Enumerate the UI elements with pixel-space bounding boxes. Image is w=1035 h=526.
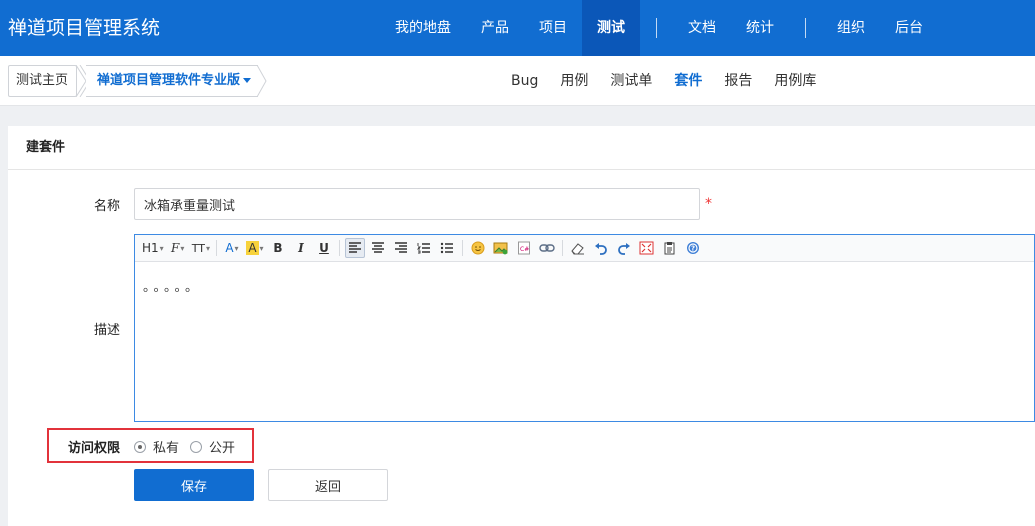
align-center-button[interactable] (368, 238, 388, 258)
font-color-label: A (225, 241, 234, 255)
dropdown-arrow-icon: ▾ (180, 243, 185, 253)
nav-item-product[interactable]: 产品 (466, 0, 524, 56)
fullscreen-button[interactable] (637, 238, 657, 258)
align-left-button[interactable] (344, 238, 365, 258)
undo-button[interactable] (591, 238, 611, 258)
paste-button[interactable] (660, 238, 680, 258)
font-size-button[interactable]: TT ▾ (191, 238, 211, 258)
font-family-button[interactable]: F ▾ (168, 238, 188, 258)
subnav-caselib[interactable]: 用例库 (763, 56, 827, 106)
bullet-list-icon (440, 242, 453, 254)
acl-public-label[interactable]: 公开 (209, 437, 235, 456)
undo-icon (594, 242, 607, 255)
nav-divider (656, 18, 657, 38)
font-color-button[interactable]: A ▾ (222, 238, 242, 258)
eraser-icon (571, 242, 585, 254)
bold-label: B (273, 241, 283, 255)
smiley-icon (471, 241, 485, 255)
ordered-list-button[interactable] (414, 238, 434, 258)
required-mark: * (705, 196, 712, 212)
ordered-list-icon (416, 243, 430, 254)
name-label: 名称 (93, 199, 120, 214)
sub-nav: Bug 用例 测试单 套件 报告 用例库 (500, 56, 827, 106)
subnav-bug[interactable]: Bug (500, 56, 549, 106)
italic-label: I (298, 241, 304, 255)
access-control-radio-group: 私有 公开 (134, 437, 246, 456)
subnav-testtask[interactable]: 测试单 (599, 56, 663, 106)
background-color-label: A (246, 241, 259, 255)
clipboard-icon (664, 242, 675, 255)
toolbar-divider (461, 240, 463, 256)
back-button[interactable]: 返回 (268, 469, 388, 501)
nav-item-company[interactable]: 组织 (822, 0, 880, 56)
redo-icon (618, 242, 630, 255)
help-icon: ? (686, 242, 699, 254)
save-button[interactable]: 保存 (134, 469, 254, 501)
subnav-report[interactable]: 报告 (713, 56, 763, 106)
italic-button[interactable]: I (291, 238, 311, 258)
name-input[interactable] (134, 188, 700, 220)
sub-header: 测试主页 禅道项目管理软件专业版 Bug 用例 测试单 套件 报告 用例库 (0, 56, 1035, 106)
font-family-label: F (171, 241, 180, 255)
svg-text:?: ? (691, 245, 695, 253)
align-right-button[interactable] (391, 238, 411, 258)
nav-item-doc[interactable]: 文档 (673, 0, 731, 56)
breadcrumb-product-dropdown[interactable]: 禅道项目管理软件专业版 (86, 65, 258, 97)
rich-text-editor: H1 ▾ F ▾ TT ▾ A ▾ A ▾ B I U C# ? 。。。。。 (134, 234, 1035, 422)
font-size-label: TT (191, 241, 205, 255)
breadcrumb-end-arrow-icon (257, 65, 267, 97)
subnav-case[interactable]: 用例 (549, 56, 599, 106)
form-title: 建套件 (8, 126, 1035, 170)
emoticon-button[interactable] (468, 238, 488, 258)
svg-text:C#: C# (520, 246, 529, 253)
acl-public-radio[interactable] (190, 440, 203, 453)
heading-label: H1 (142, 241, 159, 255)
align-center-icon (371, 242, 384, 253)
nav-item-admin[interactable]: 后台 (880, 0, 938, 56)
nav-item-report[interactable]: 统计 (731, 0, 789, 56)
nav-divider (805, 18, 806, 38)
image-icon (493, 242, 508, 255)
toolbar-divider (561, 240, 563, 256)
align-right-icon (394, 242, 407, 253)
subnav-testsuite[interactable]: 套件 (663, 56, 713, 106)
code-icon: C# (517, 241, 530, 255)
redo-button[interactable] (614, 238, 634, 258)
nav-item-test[interactable]: 测试 (582, 0, 640, 56)
bold-button[interactable]: B (268, 238, 288, 258)
main-nav: 我的地盘 产品 项目 测试 文档 统计 组织 后台 (380, 0, 938, 56)
link-button[interactable] (537, 238, 557, 258)
editor-content[interactable]: 。。。。。 (135, 262, 1034, 295)
nav-item-project[interactable]: 项目 (524, 0, 582, 56)
bullet-list-button[interactable] (437, 238, 457, 258)
clear-format-button[interactable] (568, 238, 588, 258)
dropdown-arrow-icon: ▾ (234, 243, 239, 253)
toolbar-divider (338, 240, 340, 256)
dropdown-arrow-icon: ▾ (159, 243, 164, 253)
underline-label: U (319, 241, 329, 255)
breadcrumb-product-label: 禅道项目管理软件专业版 (97, 73, 241, 88)
nav-item-my[interactable]: 我的地盘 (380, 0, 466, 56)
editor-toolbar: H1 ▾ F ▾ TT ▾ A ▾ A ▾ B I U C# ? (135, 235, 1034, 262)
breadcrumb-home[interactable]: 测试主页 (8, 65, 78, 97)
acl-private-radio[interactable] (134, 440, 146, 453)
acl-private-label[interactable]: 私有 (153, 437, 179, 456)
help-button[interactable]: ? (683, 238, 703, 258)
code-button[interactable]: C# (514, 238, 534, 258)
access-control-label: 访问权限 (67, 441, 120, 456)
heading-button[interactable]: H1 ▾ (141, 238, 165, 258)
dropdown-arrow-icon: ▾ (259, 243, 264, 253)
align-left-icon (348, 242, 361, 253)
image-button[interactable] (491, 238, 511, 258)
description-label: 描述 (93, 323, 120, 338)
top-header: 禅道项目管理系统 我的地盘 产品 项目 测试 文档 统计 组织 后台 (0, 0, 1035, 56)
caret-down-icon (243, 78, 252, 83)
app-title[interactable]: 禅道项目管理系统 (8, 0, 160, 56)
background-color-button[interactable]: A ▾ (245, 238, 265, 258)
dropdown-arrow-icon: ▾ (205, 243, 210, 253)
underline-button[interactable]: U (314, 238, 334, 258)
toolbar-divider (215, 240, 217, 256)
link-icon (539, 244, 555, 252)
fullscreen-icon (639, 241, 654, 255)
